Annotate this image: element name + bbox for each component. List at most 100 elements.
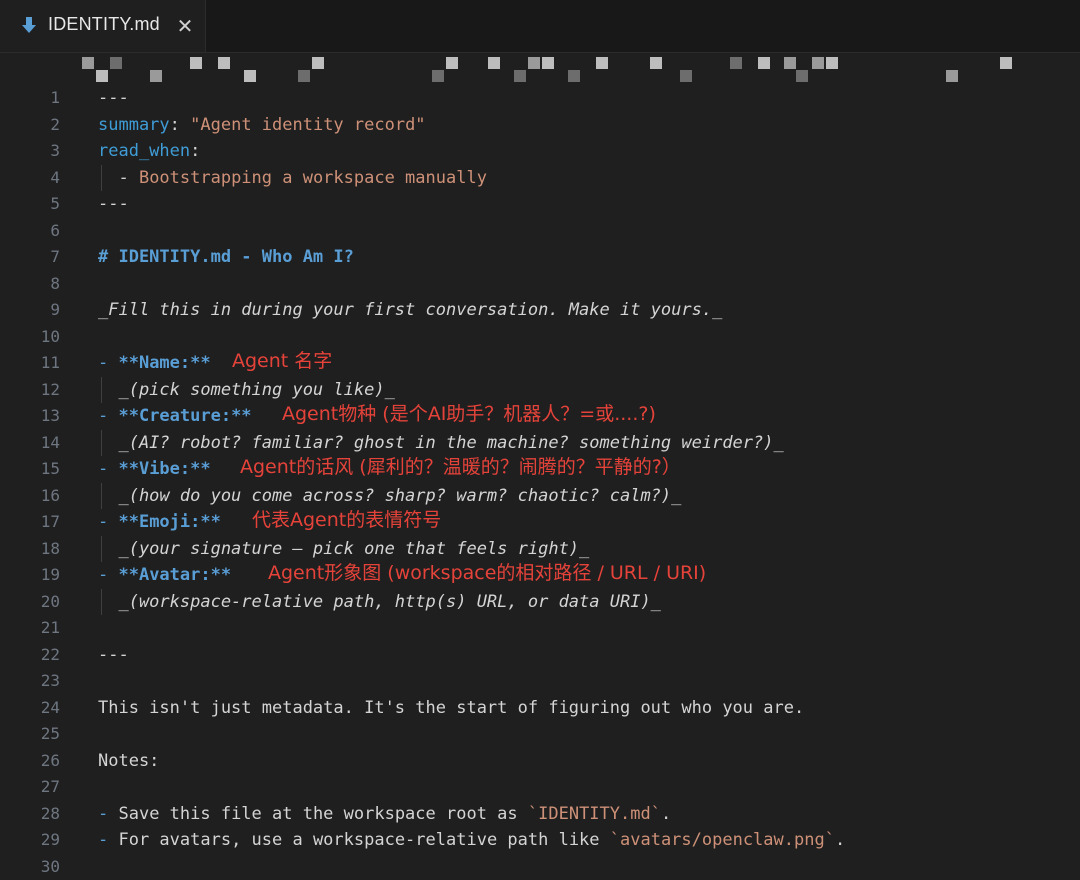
code-text: # IDENTITY.md - Who Am I? bbox=[98, 244, 354, 271]
code-text: Notes: bbox=[98, 748, 159, 775]
code-line[interactable]: 11 - **Name:** bbox=[0, 350, 1080, 377]
code-line[interactable]: 6 bbox=[0, 218, 1080, 245]
code-token: --- bbox=[98, 194, 129, 214]
code-text: _(AI? robot? familiar? ghost in the mach… bbox=[98, 430, 784, 457]
code-line[interactable]: 16 _(how do you come across? sharp? warm… bbox=[0, 482, 1080, 510]
code-text: - **Vibe:** bbox=[98, 456, 211, 483]
code-line[interactable]: 9 _Fill this in during your first convers… bbox=[0, 297, 1080, 324]
code-token: --- bbox=[98, 88, 129, 108]
code-text: - **Name:** bbox=[98, 350, 211, 377]
code-line[interactable]: 5 --- bbox=[0, 191, 1080, 218]
code-token: - bbox=[98, 803, 119, 824]
code-token: **Creature:** bbox=[118, 406, 252, 426]
code-token: **Name:** bbox=[118, 353, 211, 373]
code-text: _(how do you come across? sharp? warm? c… bbox=[98, 483, 681, 510]
line-number: 30 bbox=[40, 856, 60, 876]
code-line[interactable]: 14 _(AI? robot? familiar? ghost in the m… bbox=[0, 429, 1080, 457]
code-text: read_when: bbox=[98, 138, 200, 165]
line-number: 13 bbox=[40, 406, 60, 425]
line-number: 5 bbox=[50, 194, 60, 213]
code-token: - bbox=[98, 167, 139, 188]
code-token: **Emoji:** bbox=[118, 512, 221, 532]
code-token: _(pick something you like)_ bbox=[98, 379, 395, 400]
code-text: --- bbox=[98, 191, 129, 218]
code-line[interactable]: 24 This isn't just metadata. It's the sta… bbox=[0, 695, 1080, 722]
tab-identity-md[interactable]: IDENTITY.md ✕ bbox=[0, 0, 206, 52]
code-line[interactable]: 28 - Save this file at the workspace root… bbox=[0, 801, 1080, 828]
close-icon[interactable]: ✕ bbox=[174, 15, 196, 37]
code-line[interactable]: 29 - For avatars, use a workspace-relativ… bbox=[0, 827, 1080, 854]
code-token: **Vibe:** bbox=[118, 459, 211, 479]
line-number: 28 bbox=[40, 803, 60, 823]
code-line[interactable]: 22 --- bbox=[0, 642, 1080, 669]
code-token: For avatars, use a workspace-relative pa… bbox=[118, 830, 610, 850]
line-number: 3 bbox=[50, 141, 60, 160]
code-text: --- bbox=[98, 85, 129, 112]
line-number: 21 bbox=[40, 618, 60, 637]
line-number: 8 bbox=[50, 273, 60, 293]
code-line[interactable]: 8 bbox=[0, 271, 1080, 298]
code-line[interactable]: 3 read_when: bbox=[0, 138, 1080, 165]
line-number: 23 bbox=[40, 671, 60, 690]
line-number: 19 bbox=[40, 565, 60, 584]
line-number: 4 bbox=[50, 167, 60, 187]
code-line[interactable]: 25 bbox=[0, 721, 1080, 748]
code-token: "Agent identity record" bbox=[190, 114, 426, 135]
code-line[interactable]: 20 _(workspace-relative path, http(s) UR… bbox=[0, 588, 1080, 616]
code-line[interactable]: 30 bbox=[0, 854, 1080, 880]
line-number: 11 bbox=[40, 353, 60, 372]
code-token: - bbox=[98, 406, 119, 426]
line-number: 12 bbox=[40, 379, 60, 399]
code-text: - Save this file at the workspace root a… bbox=[98, 801, 671, 828]
markdown-download-icon bbox=[22, 17, 36, 33]
annotation-note: 代表Agent的表情符号 bbox=[252, 509, 442, 531]
code-token: - bbox=[98, 353, 119, 373]
code-token: _(your signature — pick one that feels r… bbox=[98, 538, 590, 559]
code-token: . bbox=[660, 803, 672, 824]
line-number: 15 bbox=[40, 459, 60, 478]
code-line[interactable]: 7 # IDENTITY.md - Who Am I? bbox=[0, 244, 1080, 271]
line-number: 2 bbox=[50, 114, 60, 134]
code-line[interactable]: 26 Notes: bbox=[0, 748, 1080, 775]
editor[interactable]: 1 --- 2 summary: "Agent identity record" 3 re… bbox=[0, 85, 1080, 880]
code-line[interactable]: 17 - **Emoji:** bbox=[0, 509, 1080, 536]
code-text: - For avatars, use a workspace-relative … bbox=[98, 827, 845, 854]
breadcrumb[interactable] bbox=[0, 53, 1080, 85]
tab-title: IDENTITY.md bbox=[48, 14, 160, 34]
code-line[interactable]: 27 bbox=[0, 774, 1080, 801]
line-number: 7 bbox=[50, 247, 60, 266]
line-number: 6 bbox=[50, 220, 60, 240]
code-token: _(workspace-relative path, http(s) URL, … bbox=[98, 591, 661, 612]
code-line[interactable]: 12 _(pick something you like)_ bbox=[0, 376, 1080, 403]
code-token: _(how do you come across? sharp? warm? c… bbox=[98, 485, 682, 506]
code-line[interactable]: 23 bbox=[0, 668, 1080, 695]
annotation-note: Agent形象图 (workspace的相对路径 / URL / URI) bbox=[268, 562, 707, 584]
line-number: 9 bbox=[50, 300, 60, 319]
line-number: 25 bbox=[40, 724, 60, 743]
code-token: - bbox=[98, 459, 119, 479]
code-line[interactable]: 1 --- bbox=[0, 85, 1080, 112]
annotation-note: Agent 名字 bbox=[232, 350, 333, 372]
line-number: 1 bbox=[50, 88, 60, 107]
code-text: This isn't just metadata. It's the start… bbox=[98, 695, 804, 722]
code-line[interactable]: 21 bbox=[0, 615, 1080, 642]
code-line[interactable]: 2 summary: "Agent identity record" bbox=[0, 112, 1080, 139]
code-token: Save this file at the workspace root as bbox=[118, 803, 528, 824]
code-text: - **Avatar:** bbox=[98, 562, 231, 589]
code-line[interactable]: 18 _(your signature — pick one that feel… bbox=[0, 535, 1080, 563]
code-token: This isn't just metadata. It's the start… bbox=[98, 697, 805, 718]
line-number: 10 bbox=[40, 326, 60, 346]
code-text: _(your signature — pick one that feels r… bbox=[98, 536, 589, 563]
code-token: Bootstrapping a workspace manually bbox=[138, 167, 487, 188]
code-line[interactable]: 10 bbox=[0, 324, 1080, 351]
line-number: 22 bbox=[40, 644, 60, 664]
line-number: 16 bbox=[40, 485, 60, 505]
code-token: - bbox=[98, 512, 119, 532]
code-text: _(workspace-relative path, http(s) URL, … bbox=[98, 589, 661, 616]
line-number: 24 bbox=[40, 697, 60, 717]
code-text: _Fill this in during your first conversa… bbox=[98, 297, 722, 324]
code-token: **Avatar:** bbox=[118, 565, 232, 585]
code-token: . bbox=[834, 830, 846, 850]
code-line[interactable]: 4 - Bootstrapping a workspace manually bbox=[0, 164, 1080, 191]
code-token: _(AI? robot? familiar? ghost in the mach… bbox=[98, 432, 784, 453]
